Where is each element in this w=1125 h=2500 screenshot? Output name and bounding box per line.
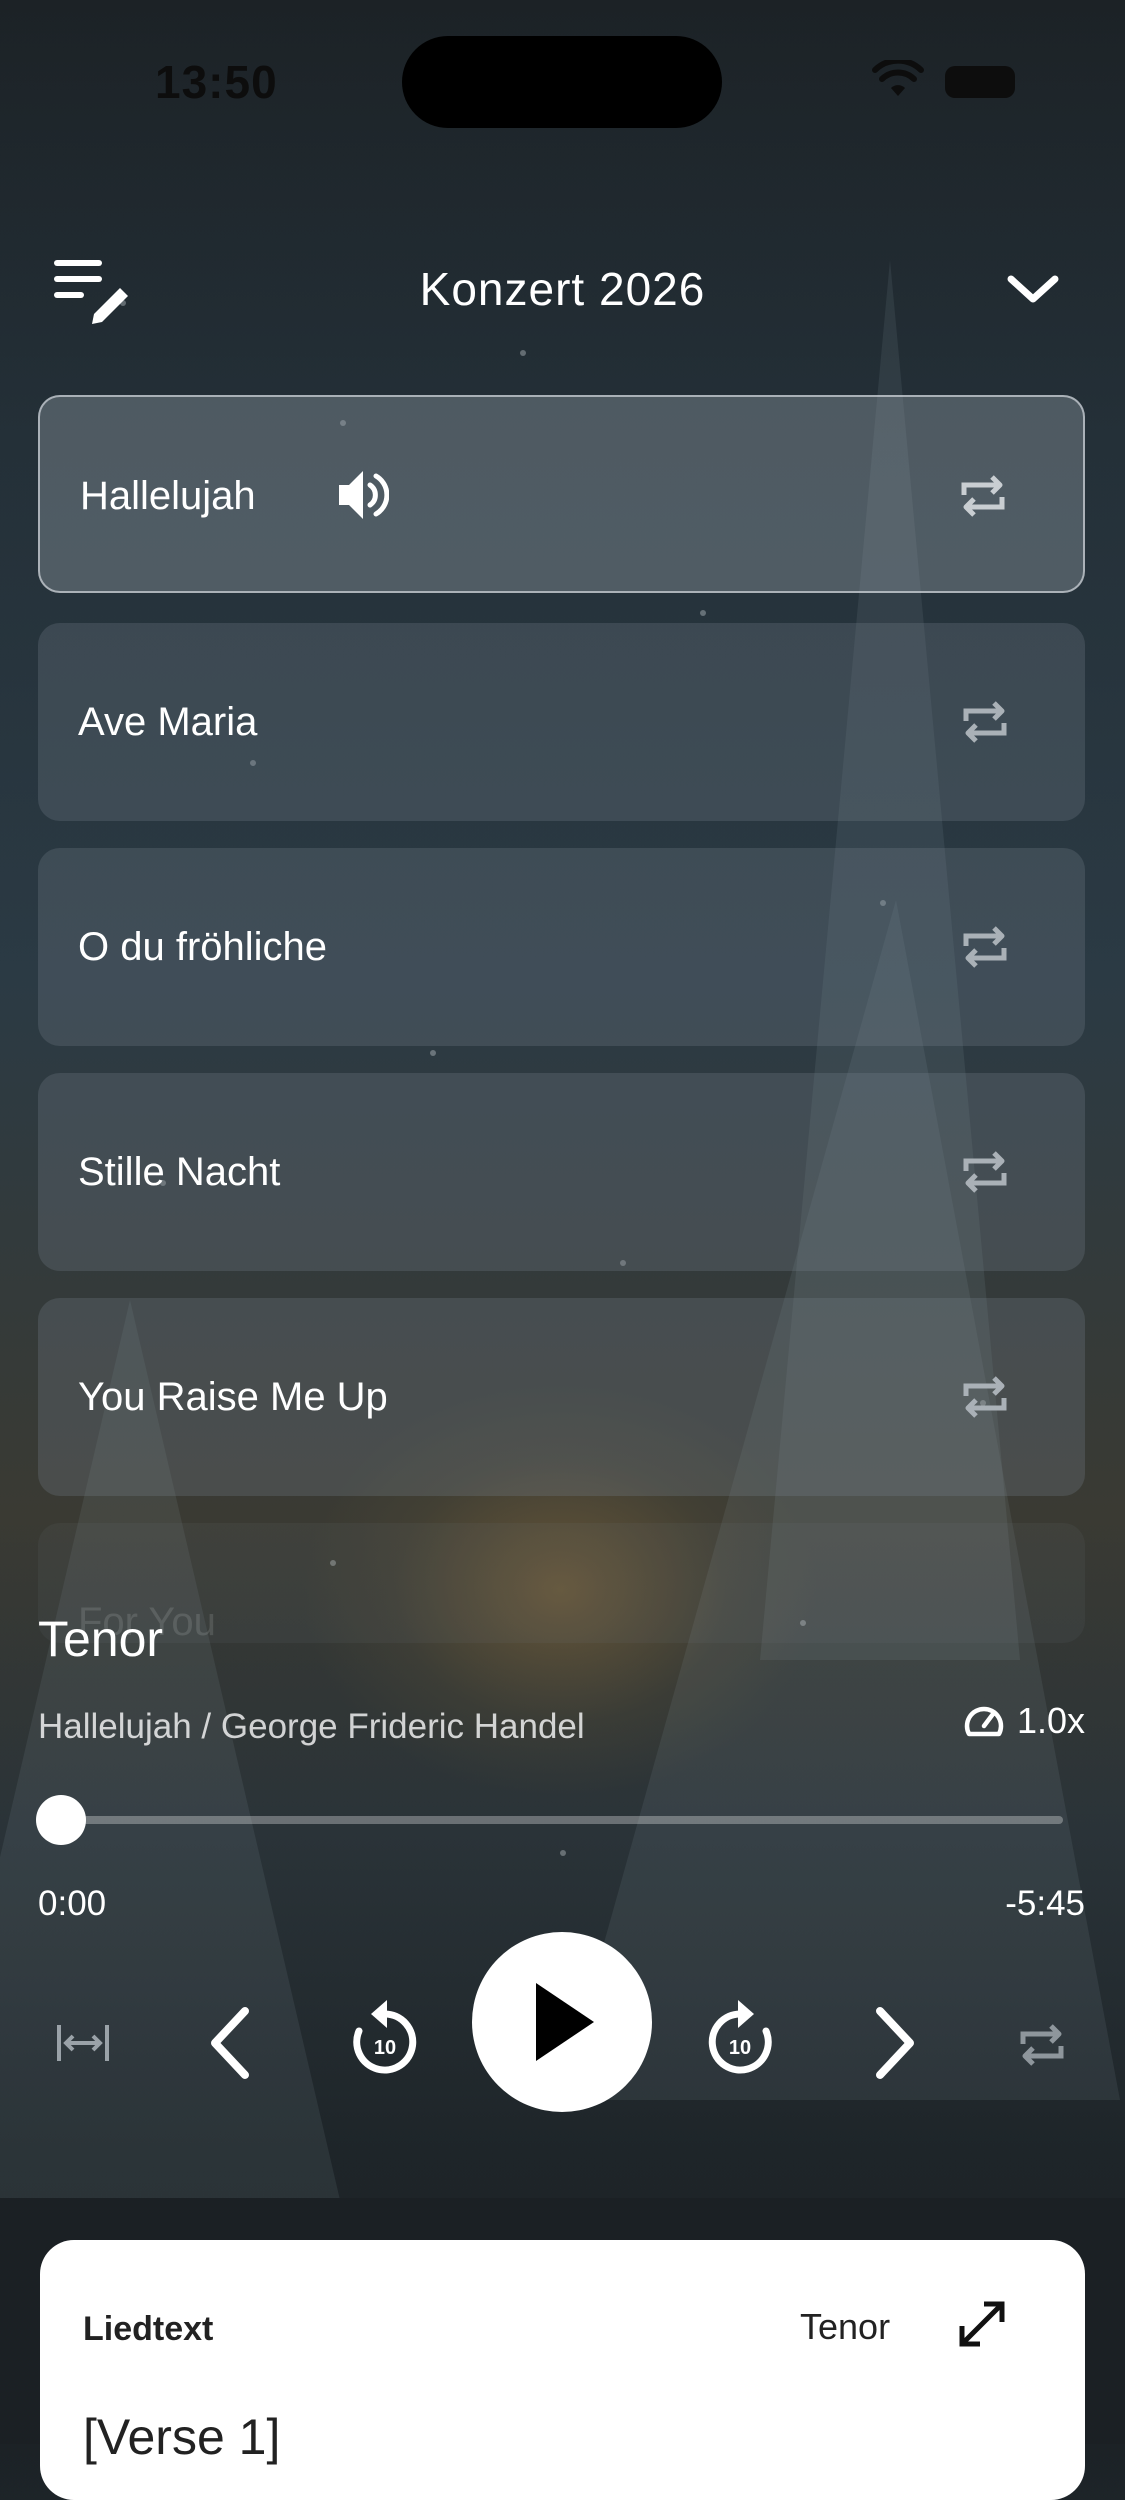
song-title: You Raise Me Up — [78, 1375, 388, 1419]
repeat-icon[interactable] — [960, 1370, 1010, 1424]
elapsed-time: 0:00 — [38, 1884, 107, 1923]
repeat-icon[interactable] — [960, 695, 1010, 749]
repeat-icon[interactable] — [958, 469, 1008, 523]
speed-control[interactable]: 1.0x — [963, 1700, 1085, 1742]
song-title: Stille Nacht — [78, 1150, 281, 1194]
fit-width-icon — [57, 2025, 109, 2061]
expand-icon — [959, 2301, 1005, 2347]
expand-button[interactable] — [952, 2294, 1012, 2354]
progress-thumb[interactable] — [36, 1795, 86, 1845]
remaining-time: -5:45 — [1005, 1884, 1085, 1923]
snowflake — [560, 1850, 566, 1856]
lyrics-text: [Verse 1] — [83, 2409, 281, 2465]
forward-button[interactable]: 10 — [700, 1992, 780, 2082]
playlist-item[interactable]: O du fröhliche — [38, 848, 1085, 1046]
forward-seconds: 10 — [729, 2037, 751, 2059]
play-button[interactable] — [472, 1932, 652, 2112]
next-button[interactable] — [865, 2000, 925, 2086]
status-bar: 13:50 — [0, 0, 1125, 150]
status-time: 13:50 — [155, 56, 278, 108]
snowflake — [430, 1050, 436, 1056]
forward-10-icon: 10 — [708, 2000, 772, 2074]
playlist-item[interactable]: You Raise Me Up — [38, 1298, 1085, 1496]
song-title: O du fröhliche — [78, 925, 328, 969]
playlist-item[interactable]: For You — [38, 1523, 1085, 1644]
previous-button[interactable] — [200, 2000, 260, 2086]
lyrics-panel[interactable]: Liedtext Tenor [Verse 1] — [40, 2240, 1085, 2500]
rewind-10-icon: 10 — [353, 2000, 417, 2074]
rewind-button[interactable]: 10 — [345, 1992, 425, 2082]
repeat-icon[interactable] — [960, 1145, 1010, 1199]
speaker-icon — [339, 471, 389, 519]
playlist-item[interactable]: Ave Maria — [38, 623, 1085, 821]
chevron-down-icon — [1007, 275, 1059, 303]
playlist-item[interactable]: Hallelujah — [38, 395, 1085, 593]
snowflake — [700, 610, 706, 616]
page-title: Konzert 2026 — [419, 263, 706, 315]
snowflake — [520, 350, 526, 356]
collapse-button[interactable] — [1000, 264, 1066, 314]
playlist-item[interactable]: Stille Nacht — [38, 1073, 1085, 1271]
chevron-left-icon — [211, 2007, 249, 2079]
chevron-right-icon — [876, 2007, 914, 2079]
rewind-seconds: 10 — [374, 2037, 396, 2059]
speedometer-icon — [964, 1706, 1004, 1737]
repeat-icon[interactable] — [960, 920, 1010, 974]
progress-track[interactable] — [60, 1816, 1063, 1824]
speed-value: 1.0x — [1016, 1700, 1085, 1741]
play-icon — [536, 1983, 594, 2061]
song-title: Ave Maria — [78, 700, 258, 744]
dynamic-island — [402, 36, 722, 128]
repeat-button[interactable] — [1014, 2018, 1070, 2072]
fit-width-button[interactable] — [50, 2018, 116, 2068]
voice-name: Tenor — [38, 1611, 164, 1667]
battery-icon — [945, 66, 1015, 98]
playlist-header: Konzert 2026 — [0, 250, 1125, 330]
wifi-icon — [872, 60, 924, 96]
lyrics-voice-selector[interactable]: Tenor — [800, 2306, 890, 2348]
lyrics-heading: Liedtext — [83, 2310, 214, 2348]
song-info: Hallelujah / George Frideric Handel — [38, 1707, 585, 1746]
repeat-icon — [1020, 2024, 1064, 2066]
song-title: Hallelujah — [80, 474, 256, 518]
